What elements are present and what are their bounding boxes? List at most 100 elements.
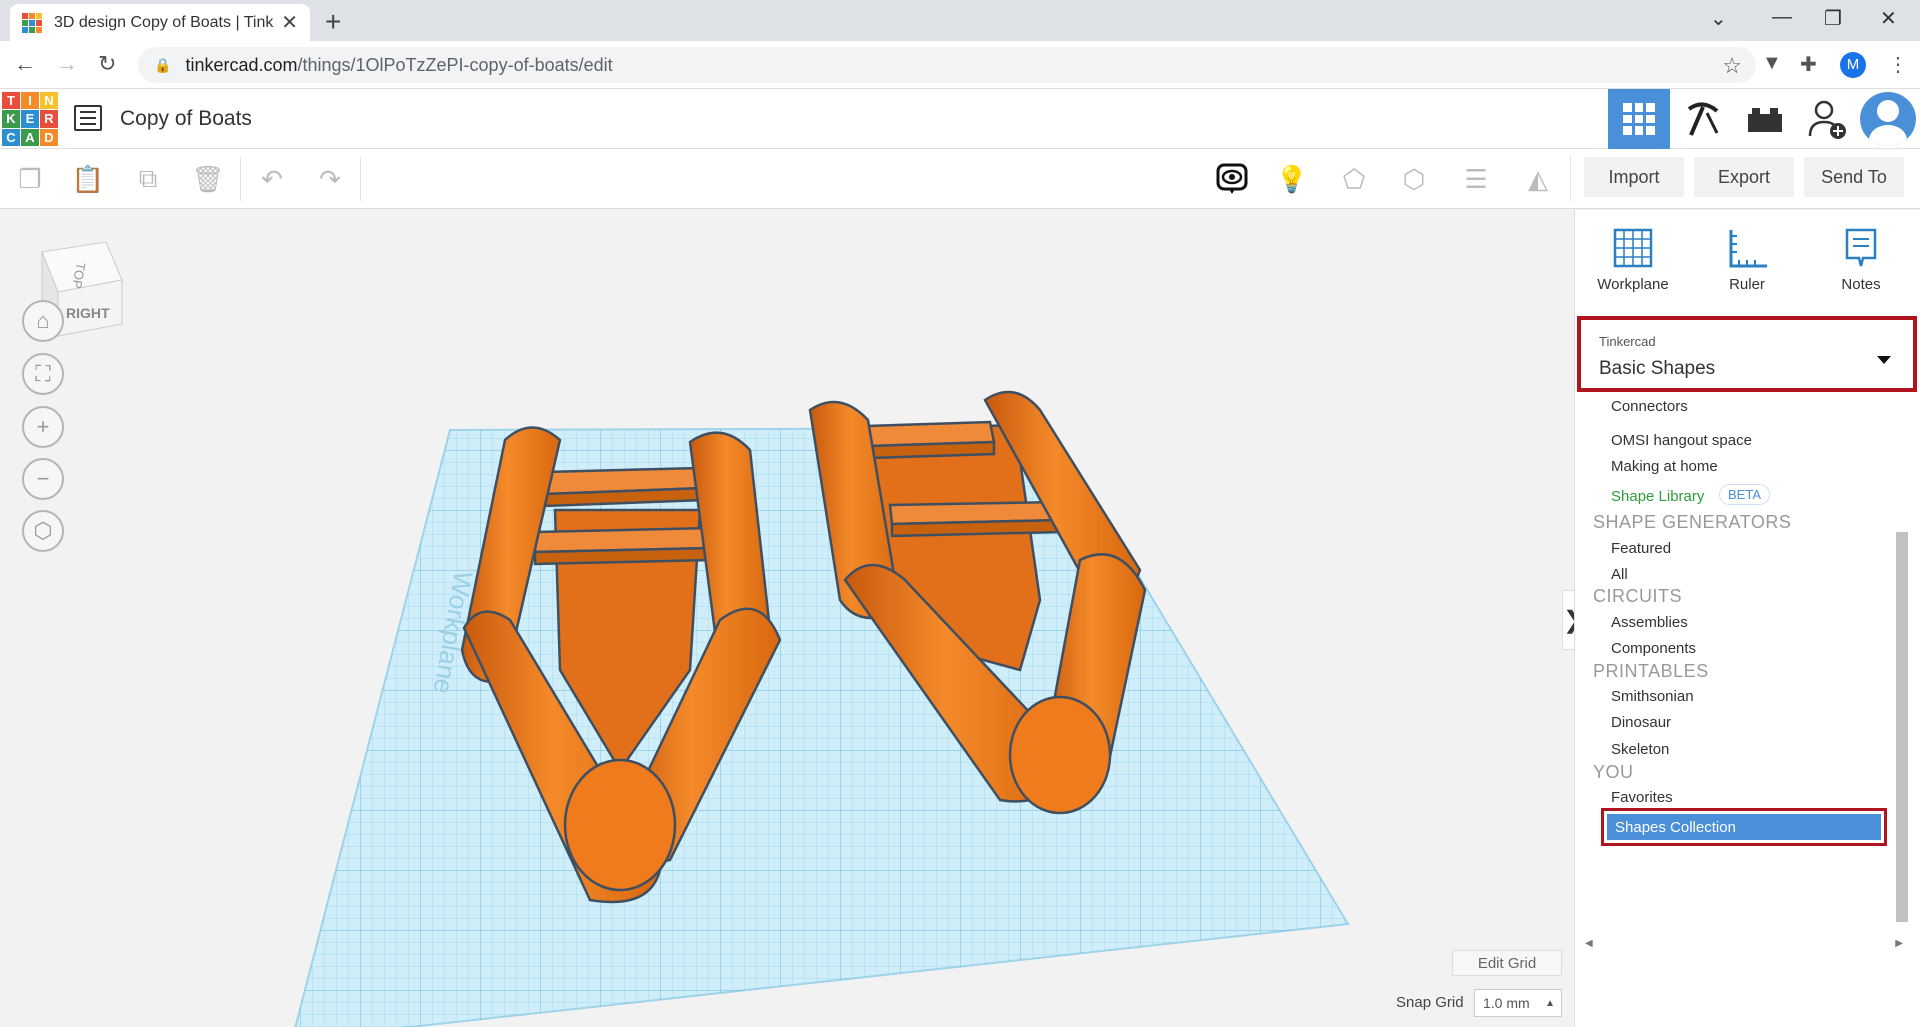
section-you: YOU <box>1593 762 1634 782</box>
notes-tool-button[interactable]: Notes <box>1811 226 1911 293</box>
delete-icon[interactable]: 🗑 <box>188 159 228 199</box>
codeblocks-button[interactable] <box>1672 89 1734 149</box>
list-item-making-at-home[interactable]: Making at home <box>1611 458 1718 475</box>
browser-address-bar: ← → ↻ 🔒 tinkercad.com/things/1OlPoTzZePI… <box>0 41 1920 89</box>
restore-icon[interactable]: ❐ <box>1824 6 1842 31</box>
puzzle-extensions-icon[interactable]: ✚ <box>1800 52 1817 77</box>
extension-icon[interactable]: ▼ <box>1762 52 1782 75</box>
list-item-assemblies[interactable]: Assemblies <box>1611 614 1688 631</box>
edit-toolbar: ❐ 📋 ⧉ 🗑 ↶ ↷ 💡 ⬠ ⬡ ☰ ◭ Import Export Send… <box>0 149 1920 209</box>
brick-icon <box>1748 108 1782 132</box>
logo-letter: E <box>21 110 39 128</box>
url-field[interactable]: 🔒 tinkercad.com/things/1OlPoTzZePI-copy-… <box>138 47 1756 83</box>
beta-badge: BETA <box>1719 484 1770 505</box>
send-to-button[interactable]: Send To <box>1804 157 1904 197</box>
workplane-tool-button[interactable]: Workplane <box>1583 226 1683 293</box>
export-button[interactable]: Export <box>1694 157 1794 197</box>
logo-letter: K <box>2 110 20 128</box>
list-item-connectors[interactable]: Connectors <box>1611 400 1688 415</box>
logo-letter: A <box>21 128 39 146</box>
logo-letter: N <box>40 92 58 110</box>
edit-grid-button[interactable]: Edit Grid <box>1452 950 1562 976</box>
workplane-scene: Workplane <box>294 390 1350 1027</box>
logo-letter: R <box>40 110 58 128</box>
toolbar-divider <box>360 157 361 201</box>
library-category-list: Connectors OMSI hangout space Making at … <box>1583 400 1901 932</box>
3d-design-view-button[interactable] <box>1608 89 1670 149</box>
caret-up-icon: ▲ <box>1545 997 1555 1009</box>
snap-grid-select[interactable]: 1.0 mm ▲ <box>1474 989 1562 1017</box>
paste-icon[interactable]: 📋 <box>68 159 108 199</box>
reload-icon[interactable]: ↻ <box>98 51 116 77</box>
scroll-right-icon[interactable]: ▶ <box>1895 938 1903 949</box>
ruler-tool-button[interactable]: Ruler <box>1697 226 1797 293</box>
library-selected-value: Basic Shapes <box>1599 358 1716 379</box>
list-item-components[interactable]: Components <box>1611 640 1696 657</box>
category-list-scrollbar[interactable] <box>1896 532 1908 922</box>
pickaxe-icon <box>1687 102 1719 136</box>
app-header: T I N K E R C A D Copy of Boats <box>0 89 1920 149</box>
tab-search-icon[interactable]: ⌄ <box>1710 6 1727 31</box>
import-button[interactable]: Import <box>1584 157 1684 197</box>
tab-title: 3D design Copy of Boats | Tinkercad <box>54 13 274 31</box>
toolbar-divider <box>240 157 241 201</box>
mirror-icon[interactable]: ◭ <box>1518 159 1558 199</box>
caret-down-icon <box>1877 356 1891 364</box>
toolbar-divider <box>1570 157 1571 201</box>
section-circuits: CIRCUITS <box>1593 586 1682 606</box>
tinkercad-favicon-icon <box>22 12 42 33</box>
list-item-omsi[interactable]: OMSI hangout space <box>1611 432 1752 449</box>
invite-user-button[interactable] <box>1796 89 1858 149</box>
workplane-icon <box>1613 228 1653 268</box>
section-printables: PRINTABLES <box>1593 661 1709 681</box>
shapes-collection-highlight: Shapes Collection <box>1601 808 1887 846</box>
forward-icon[interactable]: → <box>56 51 78 77</box>
3d-workplane-viewport[interactable]: TOP RIGHT ⌂ ⛶ + − ⬡ Workplane Edit Grid … <box>0 210 1574 1027</box>
bricks-button[interactable] <box>1734 89 1796 149</box>
list-item-dinosaur[interactable]: Dinosaur <box>1611 714 1671 731</box>
list-item-smithsonian[interactable]: Smithsonian <box>1611 688 1694 705</box>
library-provider-label: Tinkercad <box>1599 334 1656 349</box>
snap-grid-label: Snap Grid <box>1396 994 1464 1011</box>
list-item-skeleton[interactable]: Skeleton <box>1611 741 1669 758</box>
redo-icon[interactable]: ↷ <box>310 159 350 199</box>
ruler-icon <box>1729 230 1767 268</box>
minimize-icon[interactable]: — <box>1772 6 1792 29</box>
browser-tab[interactable]: 3D design Copy of Boats | Tinkercad ✕ <box>10 4 310 41</box>
design-title[interactable]: Copy of Boats <box>120 107 252 131</box>
logo-letter: I <box>21 92 39 110</box>
list-item-featured[interactable]: Featured <box>1611 540 1671 557</box>
collapse-panel-toggle[interactable]: ❯ <box>1562 590 1574 650</box>
url-text: tinkercad.com/things/1OlPoTzZePI-copy-of… <box>185 54 613 75</box>
logo-letter: D <box>40 128 58 146</box>
new-tab-icon[interactable]: + <box>325 6 341 38</box>
lightbulb-icon[interactable]: 💡 <box>1272 159 1312 199</box>
notes-tool-label: Notes <box>1841 276 1881 293</box>
add-user-icon <box>1808 100 1846 139</box>
list-item-favorites[interactable]: Favorites <box>1611 789 1673 806</box>
bookmark-star-icon[interactable]: ☆ <box>1722 53 1742 79</box>
close-tab-icon[interactable]: ✕ <box>281 10 298 35</box>
tinkercad-logo[interactable]: T I N K E R C A D <box>2 92 58 146</box>
category-list-horizontal-scrollbar[interactable]: ◀ ▶ <box>1583 938 1905 952</box>
group-icon[interactable]: ⬠ <box>1334 159 1374 199</box>
back-icon[interactable]: ← <box>14 51 36 77</box>
user-avatar[interactable] <box>1860 92 1916 146</box>
undo-icon[interactable]: ↶ <box>252 159 292 199</box>
close-window-icon[interactable]: ✕ <box>1880 6 1897 31</box>
duplicate-icon[interactable]: ⧉ <box>128 159 168 199</box>
view-visibility-icon[interactable] <box>1212 159 1252 199</box>
ruler-tool-label: Ruler <box>1729 276 1765 293</box>
list-item-all[interactable]: All <box>1611 566 1628 583</box>
browser-tab-bar: 3D design Copy of Boats | Tinkercad ✕ + … <box>0 0 1920 41</box>
list-item-shape-library[interactable]: Shape Library <box>1611 488 1704 505</box>
shape-library-dropdown[interactable]: Tinkercad Basic Shapes <box>1577 316 1917 392</box>
copy-icon[interactable]: ❐ <box>10 159 50 199</box>
browser-menu-icon[interactable]: ⋮ <box>1888 52 1908 77</box>
browser-profile-avatar[interactable]: M <box>1840 52 1866 78</box>
list-item-shapes-collection[interactable]: Shapes Collection <box>1607 814 1881 840</box>
scroll-left-icon[interactable]: ◀ <box>1585 938 1593 949</box>
design-list-icon[interactable] <box>74 105 102 131</box>
ungroup-icon[interactable]: ⬡ <box>1394 159 1434 199</box>
align-icon[interactable]: ☰ <box>1456 159 1496 199</box>
